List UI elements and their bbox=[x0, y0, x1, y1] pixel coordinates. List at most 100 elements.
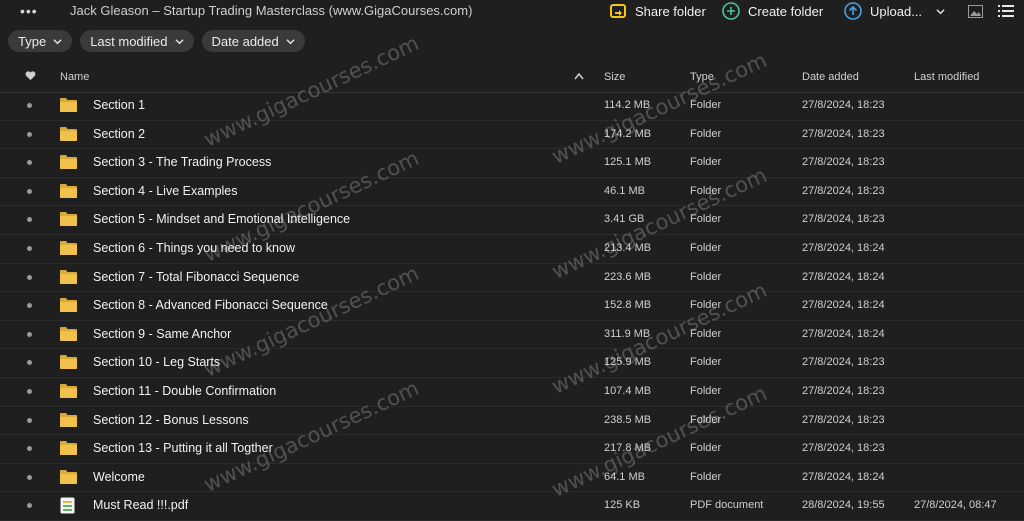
favorite-dot-icon[interactable] bbox=[27, 303, 32, 309]
table-row[interactable]: Section 8 - Advanced Fibonacci Sequence 1… bbox=[0, 292, 1024, 321]
favorite-dot-icon[interactable] bbox=[27, 217, 32, 223]
favorite-dot-icon[interactable] bbox=[27, 417, 32, 423]
create-folder-button[interactable]: Create folder bbox=[722, 0, 823, 22]
column-header-size[interactable]: Size bbox=[604, 71, 625, 83]
row-name: Section 3 - The Trading Process bbox=[93, 155, 272, 170]
filter-last-modified-label: Last modified bbox=[90, 33, 168, 49]
folder-icon bbox=[60, 354, 77, 370]
filter-last-modified[interactable]: Last modified bbox=[80, 30, 194, 52]
column-header-type[interactable]: Type bbox=[690, 71, 714, 83]
list-view-icon[interactable] bbox=[997, 2, 1015, 20]
table-row[interactable]: Section 12 - Bonus Lessons 238.5 MB Folder… bbox=[0, 407, 1024, 436]
filter-type[interactable]: Type bbox=[8, 30, 73, 52]
row-type: PDF document bbox=[690, 499, 764, 512]
row-name: Section 8 - Advanced Fibonacci Sequence bbox=[93, 298, 328, 313]
filter-bar: Type Last modified Date added bbox=[8, 30, 305, 52]
row-name: Section 11 - Double Confirmation bbox=[93, 383, 277, 398]
upload-button[interactable]: Upload... bbox=[844, 0, 945, 22]
folder-icon bbox=[60, 211, 77, 227]
table-row[interactable]: Welcome 64.1 MB Folder 27/8/2024, 18:24 bbox=[0, 464, 1024, 493]
row-date-added: 27/8/2024, 18:23 bbox=[802, 184, 885, 197]
favorite-dot-icon[interactable] bbox=[27, 360, 32, 366]
sort-ascending-icon[interactable] bbox=[574, 71, 584, 83]
filter-date-added[interactable]: Date added bbox=[201, 30, 305, 52]
row-date-added: 27/8/2024, 18:24 bbox=[802, 327, 885, 340]
favorite-dot-icon[interactable] bbox=[27, 474, 32, 480]
share-folder-label: Share folder bbox=[635, 3, 706, 19]
row-size: 125.1 MB bbox=[604, 156, 652, 169]
favorite-dot-icon[interactable] bbox=[27, 160, 32, 166]
chevron-down-icon bbox=[174, 37, 184, 46]
thumbnail-view-icon[interactable] bbox=[966, 2, 984, 20]
row-type: Folder bbox=[690, 442, 722, 455]
row-name: Section 9 - Same Anchor bbox=[93, 326, 232, 341]
filter-date-added-label: Date added bbox=[211, 33, 279, 49]
row-type: Folder bbox=[690, 470, 722, 483]
row-name: Must Read !!!.pdf bbox=[93, 498, 189, 513]
table-row[interactable]: Section 5 - Mindset and Emotional Intell… bbox=[0, 206, 1024, 235]
folder-icon bbox=[60, 154, 77, 170]
row-size: 107.4 MB bbox=[604, 384, 652, 397]
row-name: Section 12 - Bonus Lessons bbox=[93, 412, 249, 427]
table-row[interactable]: Section 4 - Live Examples 46.1 MB Folder 27… bbox=[0, 178, 1024, 207]
more-dots-icon[interactable]: ••• bbox=[20, 3, 38, 19]
upload-label: Upload... bbox=[870, 3, 923, 19]
favorite-dot-icon[interactable] bbox=[27, 274, 32, 280]
breadcrumb[interactable]: Jack Gleason – Startup Trading Mastercla… bbox=[70, 3, 472, 18]
favorite-dot-icon[interactable] bbox=[27, 103, 32, 108]
column-header-name[interactable]: Name bbox=[60, 71, 89, 83]
row-name: Section 13 - Putting it all Togther bbox=[93, 441, 273, 456]
row-size: 46.1 MB bbox=[604, 184, 645, 197]
row-name: Section 7 - Total Fibonacci Sequence bbox=[93, 269, 300, 284]
row-date-added: 27/8/2024, 18:24 bbox=[802, 241, 885, 254]
table-row[interactable]: Section 11 - Double Confirmation 107.4 MB… bbox=[0, 378, 1024, 407]
share-folder-button[interactable]: Share folder bbox=[609, 0, 706, 22]
favorite-dot-icon[interactable] bbox=[27, 131, 32, 137]
table-row[interactable]: Section 13 - Putting it all Togther 217.8… bbox=[0, 435, 1024, 464]
row-date-added: 27/8/2024, 18:23 bbox=[802, 127, 885, 140]
row-size: 64.1 MB bbox=[604, 470, 645, 483]
column-header-last-modified[interactable]: Last modified bbox=[914, 71, 979, 83]
file-list: Section 1 114.2 MB Folder 27/8/2024, 18:23 S… bbox=[0, 92, 1024, 521]
favorite-dot-icon[interactable] bbox=[27, 503, 32, 509]
favorite-dot-icon[interactable] bbox=[27, 245, 32, 251]
row-date-added: 27/8/2024, 18:23 bbox=[802, 156, 885, 169]
row-date-added: 27/8/2024, 18:23 bbox=[802, 99, 885, 111]
column-header-date-added[interactable]: Date added bbox=[802, 71, 859, 83]
heart-icon[interactable] bbox=[25, 71, 36, 84]
chevron-down-icon[interactable] bbox=[936, 4, 945, 19]
table-row[interactable]: Section 6 - Things you need to know 213.4… bbox=[0, 235, 1024, 264]
favorite-dot-icon[interactable] bbox=[27, 331, 32, 337]
row-size: 213.4 MB bbox=[604, 241, 652, 254]
row-last-modified: 27/8/2024, 08:47 bbox=[914, 499, 997, 512]
create-folder-label: Create folder bbox=[748, 3, 824, 19]
row-name: Section 2 bbox=[93, 126, 146, 141]
row-type: Folder bbox=[690, 327, 722, 340]
row-size: 223.6 MB bbox=[604, 270, 652, 283]
table-row[interactable]: Section 2 174.2 MB Folder 27/8/2024, 18:23 bbox=[0, 121, 1024, 150]
folder-icon bbox=[60, 297, 77, 313]
row-name: Section 4 - Live Examples bbox=[93, 183, 238, 198]
row-size: 3.41 GB bbox=[604, 213, 645, 226]
favorite-dot-icon[interactable] bbox=[27, 388, 32, 394]
folder-icon bbox=[60, 240, 77, 255]
row-type: Folder bbox=[690, 413, 722, 426]
table-row[interactable]: Section 10 - Leg Starts 125.9 MB Folder 27/… bbox=[0, 349, 1024, 378]
row-type: Folder bbox=[690, 156, 722, 169]
row-type: Folder bbox=[690, 384, 722, 397]
share-folder-icon bbox=[609, 2, 627, 20]
favorite-dot-icon[interactable] bbox=[27, 188, 32, 194]
folder-icon bbox=[60, 440, 77, 456]
row-type: Folder bbox=[690, 241, 722, 254]
upload-icon bbox=[844, 2, 862, 20]
row-type: Folder bbox=[690, 213, 722, 226]
table-row[interactable]: Section 7 - Total Fibonacci Sequence 223.… bbox=[0, 264, 1024, 293]
row-date-added: 27/8/2024, 18:23 bbox=[802, 384, 885, 397]
table-row[interactable]: Section 9 - Same Anchor 311.9 MB Folder 27/… bbox=[0, 321, 1024, 350]
table-row[interactable]: Section 3 - The Trading Process 125.1 MB F… bbox=[0, 149, 1024, 178]
row-name: Welcome bbox=[93, 469, 145, 484]
folder-icon bbox=[60, 412, 77, 427]
table-row[interactable]: Section 1 114.2 MB Folder 27/8/2024, 18:23 bbox=[0, 92, 1024, 121]
table-row[interactable]: Must Read !!!.pdf 125 KB PDF document 28/8/… bbox=[0, 492, 1024, 521]
favorite-dot-icon[interactable] bbox=[27, 446, 32, 452]
